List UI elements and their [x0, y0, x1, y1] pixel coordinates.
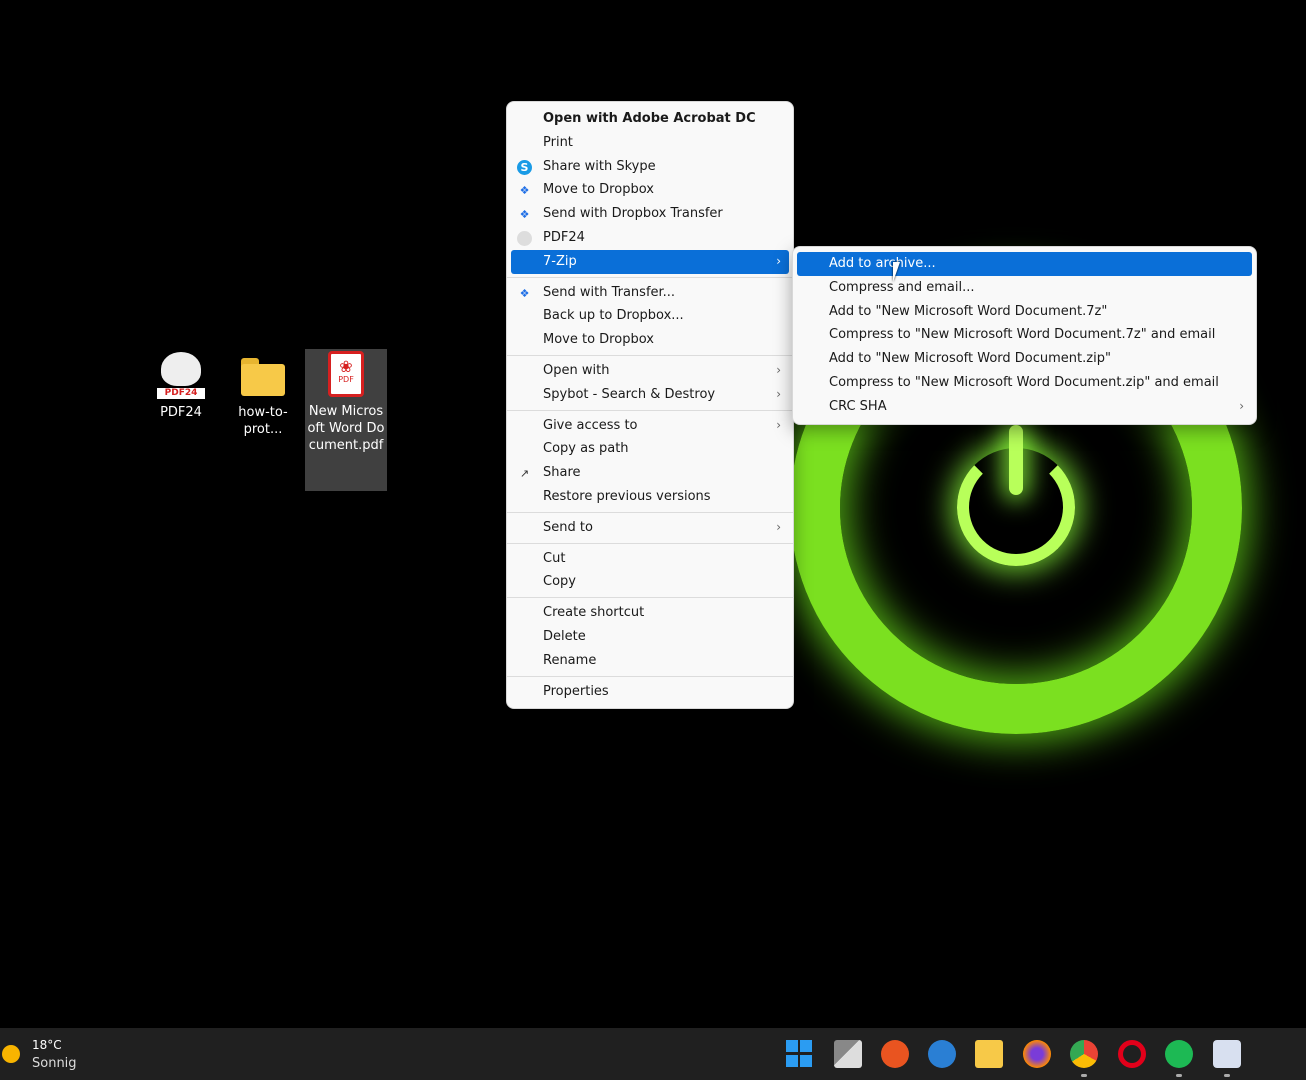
- app-icon[interactable]: [1213, 1040, 1241, 1068]
- menu-separator: [507, 276, 793, 278]
- menu-item-properties[interactable]: Properties: [511, 680, 789, 704]
- chevron-right-icon: ›: [776, 362, 781, 377]
- chevron-right-icon: ›: [776, 386, 781, 401]
- pdf-file-icon: ❀ PDF: [322, 351, 370, 399]
- folder-icon: [239, 352, 287, 400]
- spotify-icon[interactable]: [1165, 1040, 1193, 1068]
- menu-separator: [507, 511, 793, 513]
- dropbox-icon: ❖: [519, 286, 530, 300]
- menu-item-7zip[interactable]: 7-Zip ›: [511, 249, 789, 274]
- mouse-cursor-icon: [893, 262, 900, 282]
- menu-item-move-to-dropbox[interactable]: ❖ Move to Dropbox: [511, 178, 789, 202]
- menu-item-print[interactable]: Print: [511, 131, 789, 155]
- chevron-right-icon: ›: [1239, 398, 1244, 413]
- menu-item-share[interactable]: ↗ Share: [511, 461, 789, 485]
- start-icon[interactable]: [786, 1040, 814, 1068]
- chevron-right-icon: ›: [776, 253, 781, 268]
- dropbox-icon: ❖: [519, 184, 530, 198]
- desktop-icon-label: New Microsoft Word Document.pdf: [307, 404, 385, 453]
- running-indicator: [1224, 1074, 1230, 1077]
- menu-item-restore-versions[interactable]: Restore previous versions: [511, 485, 789, 509]
- desktop-icon-label: PDF24: [160, 405, 202, 420]
- context-menu: Open with Adobe Acrobat DC Print S Share …: [506, 101, 794, 710]
- thunderbird-icon[interactable]: [928, 1040, 956, 1068]
- submenu-item-add-to-7z[interactable]: Add to "New Microsoft Word Document.7z": [797, 300, 1252, 324]
- menu-item-cut[interactable]: Cut: [511, 547, 789, 571]
- pdf24-sheep-icon: PDF24: [157, 352, 205, 400]
- skype-icon: S: [517, 159, 532, 175]
- ubuntu-icon[interactable]: [881, 1040, 909, 1068]
- running-indicator: [1081, 1074, 1087, 1077]
- menu-separator: [507, 542, 793, 544]
- chevron-right-icon: ›: [776, 519, 781, 534]
- weather-temperature[interactable]: 18°C: [32, 1038, 62, 1052]
- submenu-item-add-to-zip[interactable]: Add to "New Microsoft Word Document.zip": [797, 347, 1252, 371]
- menu-item-open-with[interactable]: Open with ›: [511, 359, 789, 383]
- submenu-item-crc-sha[interactable]: CRC SHA ›: [797, 395, 1252, 419]
- menu-separator: [507, 409, 793, 411]
- submenu-item-compress-7z-email[interactable]: Compress to "New Microsoft Word Document…: [797, 323, 1252, 347]
- menu-item-create-shortcut[interactable]: Create shortcut: [511, 601, 789, 625]
- menu-item-send-to[interactable]: Send to ›: [511, 516, 789, 540]
- menu-item-spybot[interactable]: Spybot - Search & Destroy ›: [511, 383, 789, 407]
- desktop-icon-folder[interactable]: how-to-prot...: [222, 350, 304, 438]
- desktop-icon-pdf24[interactable]: PDF24 PDF24: [140, 350, 222, 421]
- file-explorer-icon[interactable]: [975, 1040, 1003, 1068]
- menu-separator: [507, 597, 793, 599]
- submenu-7zip: Add to archive... Compress and email... …: [792, 246, 1257, 425]
- opera-icon[interactable]: [1118, 1040, 1146, 1068]
- menu-item-share-skype[interactable]: S Share with Skype: [511, 155, 789, 179]
- desktop-icon-pdf-document[interactable]: ❀ PDF New Microsoft Word Document.pdf: [305, 349, 387, 491]
- running-indicator: [1176, 1074, 1182, 1077]
- menu-item-rename[interactable]: Rename: [511, 649, 789, 673]
- taskbar: 18°C Sonnig: [0, 1028, 1306, 1080]
- menu-separator: [507, 675, 793, 677]
- sun-icon[interactable]: [2, 1045, 20, 1063]
- menu-item-delete[interactable]: Delete: [511, 625, 789, 649]
- submenu-item-add-to-archive[interactable]: Add to archive...: [797, 252, 1252, 276]
- menu-item-send-with-transfer[interactable]: ❖ Send with Transfer...: [511, 281, 789, 305]
- pdf24-icon: [517, 230, 532, 246]
- chevron-right-icon: ›: [776, 417, 781, 432]
- menu-item-move-to-dropbox-2[interactable]: Move to Dropbox: [511, 328, 789, 352]
- share-icon: ↗: [519, 467, 530, 481]
- menu-separator: [507, 354, 793, 356]
- menu-item-copy-as-path[interactable]: Copy as path: [511, 437, 789, 461]
- submenu-item-compress-email[interactable]: Compress and email...: [797, 276, 1252, 300]
- menu-item-backup-dropbox[interactable]: Back up to Dropbox...: [511, 304, 789, 328]
- menu-item-give-access[interactable]: Give access to ›: [511, 414, 789, 438]
- desktop-icon-label: how-to-prot...: [238, 405, 288, 437]
- menu-item-copy[interactable]: Copy: [511, 570, 789, 594]
- wallpaper-power-bar: [1009, 425, 1023, 495]
- weather-condition[interactable]: Sonnig: [32, 1056, 77, 1071]
- menu-item-send-dropbox-transfer[interactable]: ❖ Send with Dropbox Transfer: [511, 202, 789, 226]
- firefox-icon[interactable]: [1023, 1040, 1051, 1068]
- task-view-icon[interactable]: [834, 1040, 862, 1068]
- menu-item-open-with-acrobat[interactable]: Open with Adobe Acrobat DC: [511, 107, 789, 131]
- chrome-icon[interactable]: [1070, 1040, 1098, 1068]
- menu-item-pdf24[interactable]: PDF24: [511, 226, 789, 250]
- dropbox-icon: ❖: [519, 208, 530, 222]
- submenu-item-compress-zip-email[interactable]: Compress to "New Microsoft Word Document…: [797, 371, 1252, 395]
